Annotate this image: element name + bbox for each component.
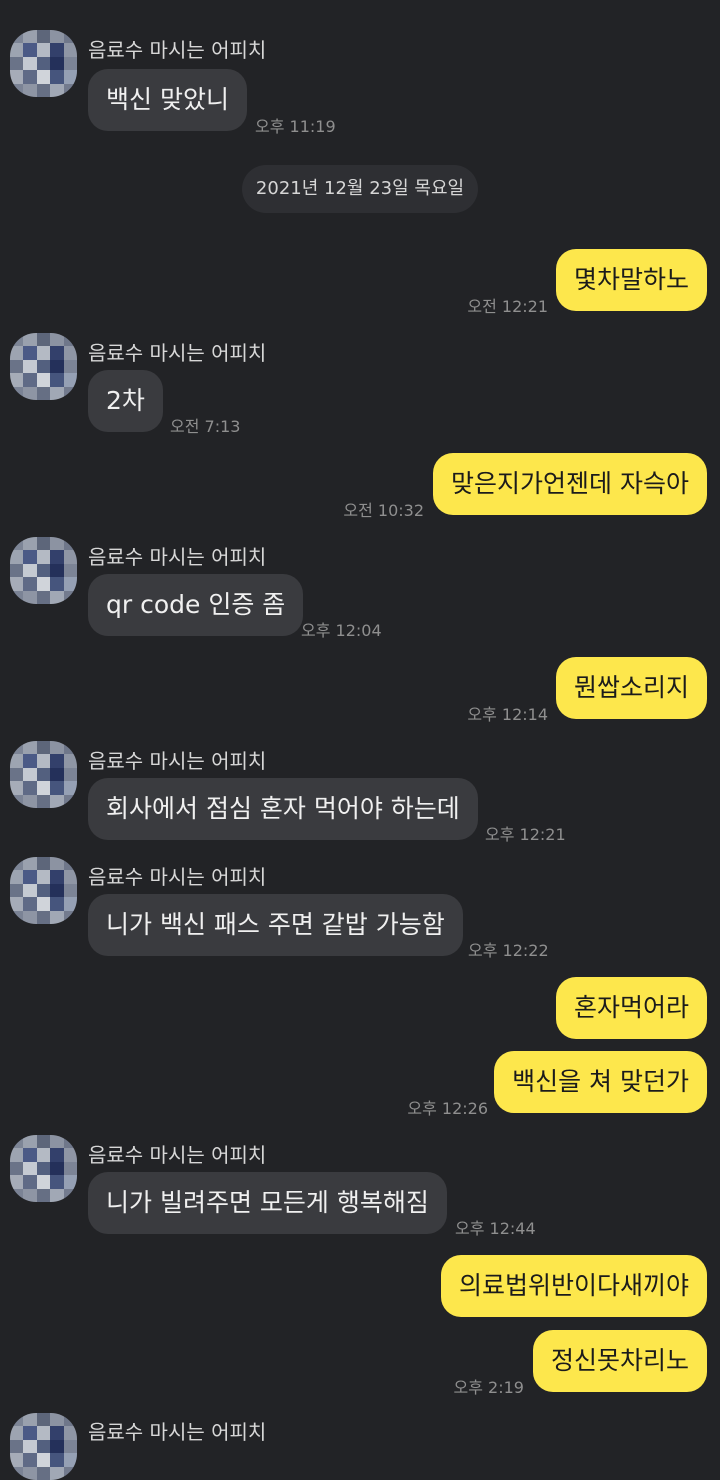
sender-name: 음료수 마시는 어피치 <box>88 865 267 889</box>
message-bubble[interactable]: qr code 인증 좀 <box>88 574 304 636</box>
message-bubble[interactable]: 백신을 쳐 맞던가 <box>494 1051 707 1113</box>
message-bubble[interactable]: 2차 <box>88 370 163 432</box>
sender-name: 음료수 마시는 어피치 <box>88 749 267 773</box>
message-bubble[interactable]: 니가 빌려주면 모든게 행복해짐 <box>88 1172 447 1234</box>
sender-name: 음료수 마시는 어피치 <box>88 1420 267 1444</box>
message-time: 오후 12:26 <box>407 1099 488 1118</box>
message-time: 오후 12:04 <box>301 621 382 640</box>
avatar[interactable] <box>10 741 77 808</box>
message-time: 오후 12:14 <box>467 705 548 724</box>
message-time: 오전 10:32 <box>343 501 424 520</box>
message-time: 오후 12:21 <box>485 825 566 844</box>
message-bubble[interactable]: 의료법위반이다새끼야 <box>440 1255 707 1317</box>
avatar[interactable] <box>10 30 77 97</box>
message-time: 오전 7:13 <box>170 417 241 436</box>
message-bubble[interactable]: 정신못차리노 <box>532 1330 707 1392</box>
avatar[interactable] <box>10 1413 77 1480</box>
message-bubble[interactable]: 회사에서 점심 혼자 먹어야 하는데 <box>88 778 478 840</box>
message-bubble[interactable]: 뭔쌉소리지 <box>555 657 707 719</box>
sender-name: 음료수 마시는 어피치 <box>88 1143 267 1167</box>
avatar[interactable] <box>10 537 77 604</box>
message-time: 오후 2:19 <box>453 1378 524 1397</box>
message-time: 오후 12:44 <box>455 1219 536 1238</box>
sender-name: 음료수 마시는 어피치 <box>88 38 267 62</box>
sender-name: 음료수 마시는 어피치 <box>88 545 267 569</box>
message-bubble[interactable]: 백신 맞았니 <box>88 69 247 131</box>
message-bubble[interactable]: 몇차말하노 <box>555 249 707 311</box>
sender-name: 음료수 마시는 어피치 <box>88 341 267 365</box>
message-bubble[interactable]: 맞은지가언젠데 자슥아 <box>433 453 707 515</box>
message-time: 오전 12:21 <box>467 297 548 316</box>
message-bubble[interactable]: 혼자먹어라 <box>555 977 707 1039</box>
message-time: 오후 12:22 <box>468 941 549 960</box>
date-divider: 2021년 12월 23일 목요일 <box>242 165 478 213</box>
avatar[interactable] <box>10 857 77 924</box>
message-bubble[interactable]: 니가 백신 패스 주면 같밥 가능함 <box>88 894 463 956</box>
message-time: 오후 11:19 <box>255 117 336 136</box>
avatar[interactable] <box>10 333 77 400</box>
avatar[interactable] <box>10 1135 77 1202</box>
